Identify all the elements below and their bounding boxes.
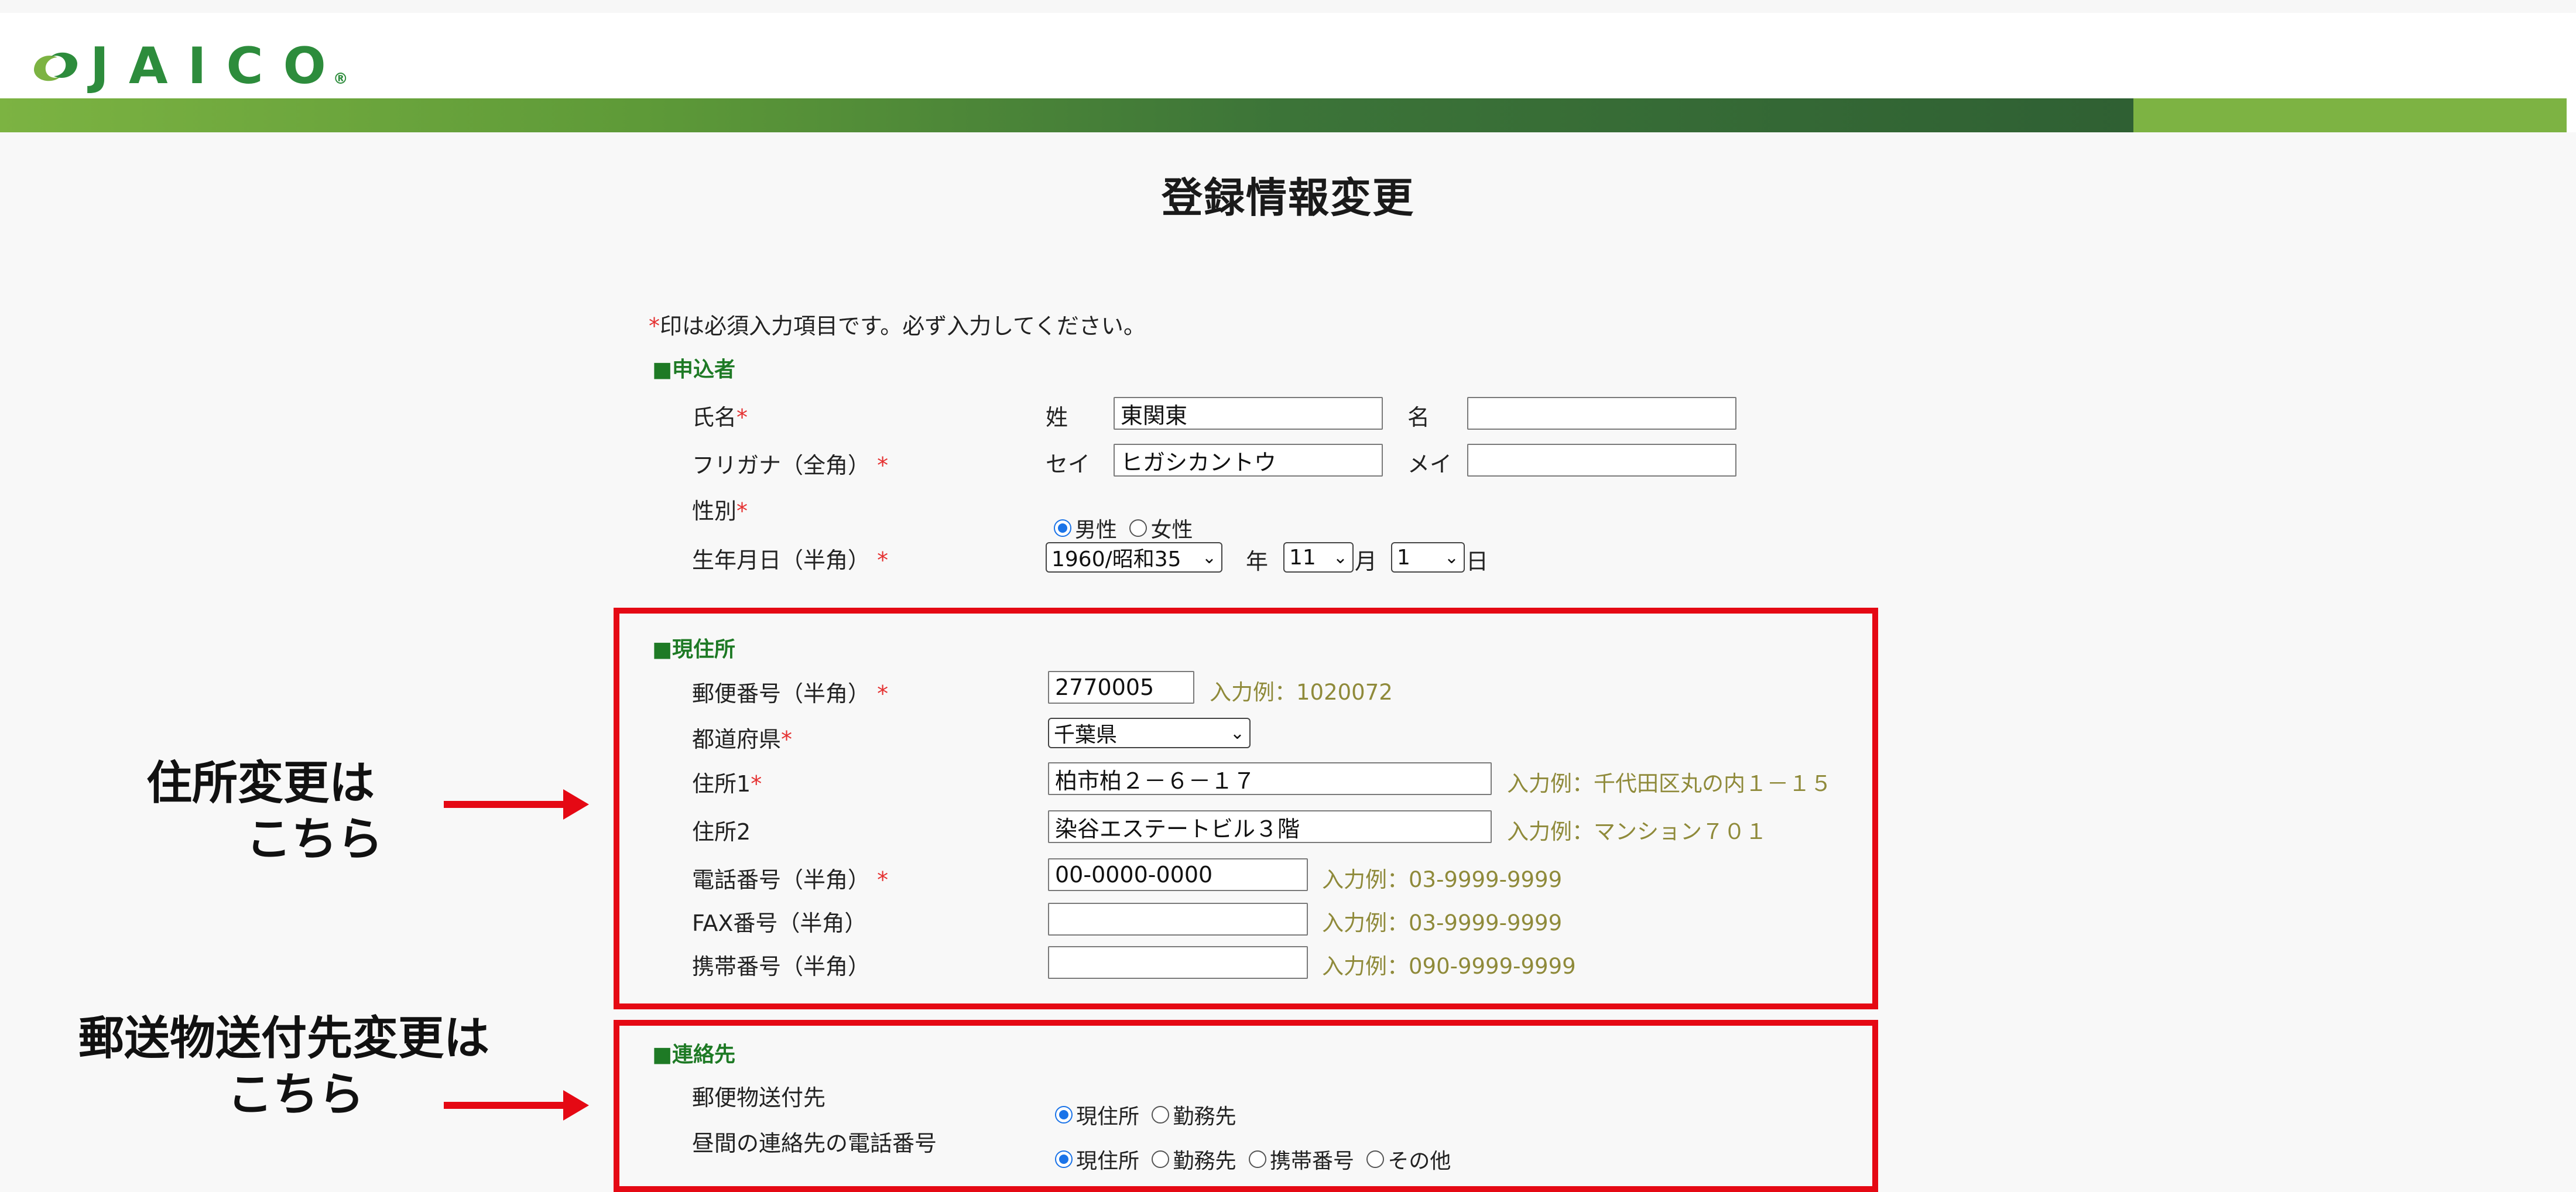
mei-label: 名 bbox=[1407, 405, 1430, 430]
sei-kana-input[interactable] bbox=[1114, 444, 1383, 477]
mobile-example: 入力例：090-9999-9999 bbox=[1322, 954, 1576, 979]
address1-label: 住所1* bbox=[692, 771, 762, 797]
required-asterisk: * bbox=[649, 313, 660, 339]
tel-example: 入力例：03-9999-9999 bbox=[1322, 867, 1563, 892]
logo-mark-icon bbox=[34, 52, 77, 81]
site-header: JAICO ® bbox=[0, 13, 2576, 98]
mail-dest-work-radio[interactable] bbox=[1152, 1106, 1170, 1124]
day-tel-mobile-radio[interactable] bbox=[1248, 1150, 1266, 1168]
fax-label: FAX番号（半角） bbox=[692, 910, 867, 936]
header-green-bar-right bbox=[2133, 98, 2567, 132]
chevron-down-icon: ⌄ bbox=[1444, 547, 1459, 568]
required-note: *印は必須入力項目です。必ず入力してください。 bbox=[649, 308, 1146, 340]
address1-input[interactable] bbox=[1048, 762, 1492, 795]
gender-label: 性別* bbox=[692, 498, 748, 524]
daytime-tel-label: 昼間の連絡先の電話番号 bbox=[692, 1131, 937, 1156]
jaico-logo[interactable]: JAICO ® bbox=[28, 40, 348, 93]
day-tel-home-label: 現住所 bbox=[1076, 1149, 1140, 1173]
mail-change-annotation-line2: こちら bbox=[227, 1068, 365, 1121]
zip-example: 入力例：1020072 bbox=[1210, 680, 1393, 705]
sei-input[interactable] bbox=[1114, 397, 1383, 430]
fax-example: 入力例：03-9999-9999 bbox=[1322, 910, 1563, 936]
address-change-annotation-line2: こちら bbox=[246, 813, 383, 866]
chevron-down-icon: ⌄ bbox=[1229, 722, 1245, 744]
applicant-section-heading: ■申込者 bbox=[652, 358, 736, 382]
mei-kana-input[interactable] bbox=[1467, 444, 1736, 477]
day-unit: 日 bbox=[1466, 549, 1489, 574]
birth-year-value: 1960/昭和35 bbox=[1051, 547, 1181, 571]
mei-input[interactable] bbox=[1467, 397, 1736, 430]
zip-input[interactable] bbox=[1048, 671, 1194, 704]
birthdate-label: 生年月日（半角） * bbox=[692, 547, 889, 573]
address-section-heading: ■現住所 bbox=[652, 638, 736, 662]
chevron-down-icon: ⌄ bbox=[1201, 547, 1217, 568]
mail-arrow-icon bbox=[444, 1090, 589, 1121]
mei-kana-label: メイ bbox=[1407, 451, 1453, 477]
required-note-text: 印は必須入力項目です。必ず入力してください。 bbox=[660, 313, 1146, 339]
month-unit: 月 bbox=[1355, 549, 1378, 574]
day-tel-other-label: その他 bbox=[1388, 1149, 1451, 1173]
mail-dest-work-label: 勤務先 bbox=[1173, 1105, 1236, 1129]
sei-kana-label: セイ bbox=[1046, 451, 1091, 477]
prefecture-value: 千葉県 bbox=[1054, 723, 1118, 747]
mobile-label: 携帯番号（半角） bbox=[692, 954, 871, 979]
day-tel-mobile-label: 携帯番号 bbox=[1269, 1149, 1354, 1173]
page-title: 登録情報変更 bbox=[1162, 174, 1414, 222]
birth-year-select[interactable]: 1960/昭和35 ⌄ bbox=[1046, 542, 1222, 573]
mobile-input[interactable] bbox=[1048, 946, 1308, 979]
mail-destination-radio-group: 現住所 勤務先 bbox=[1055, 1099, 1242, 1130]
furigana-label: フリガナ（全角） * bbox=[692, 453, 889, 478]
day-tel-work-radio[interactable] bbox=[1152, 1150, 1170, 1168]
gender-male-label: 男性 bbox=[1075, 518, 1118, 542]
gender-male-radio[interactable] bbox=[1054, 519, 1071, 537]
mail-change-annotation-line1: 郵送物送付先変更は bbox=[78, 1012, 490, 1065]
birth-day-value: 1 bbox=[1397, 545, 1410, 570]
daytime-tel-radio-group: 現住所 勤務先 携帯番号 その他 bbox=[1055, 1144, 1457, 1174]
address1-example: 入力例：千代田区丸の内１－１５ bbox=[1507, 771, 1832, 796]
birth-month-value: 11 bbox=[1289, 545, 1316, 570]
mail-dest-home-radio[interactable] bbox=[1055, 1106, 1073, 1124]
sei-label: 姓 bbox=[1046, 405, 1068, 430]
header-green-bar bbox=[0, 98, 2133, 132]
fax-input[interactable] bbox=[1048, 903, 1308, 936]
tel-input[interactable] bbox=[1048, 858, 1308, 891]
zip-label: 郵便番号（半角） * bbox=[692, 681, 889, 707]
top-strip bbox=[0, 0, 2576, 13]
tel-label: 電話番号（半角） * bbox=[692, 867, 889, 893]
address-change-annotation-line1: 住所変更は bbox=[146, 757, 375, 810]
day-tel-home-radio[interactable] bbox=[1055, 1150, 1073, 1168]
gender-radio-group: 男性 女性 bbox=[1054, 513, 1198, 543]
contact-section-heading: ■連絡先 bbox=[652, 1043, 736, 1067]
chevron-down-icon: ⌄ bbox=[1332, 547, 1348, 568]
birth-day-select[interactable]: 1 ⌄ bbox=[1391, 542, 1465, 573]
name-label: 氏名* bbox=[692, 405, 748, 430]
logo-text: JAICO bbox=[90, 37, 346, 95]
day-tel-other-radio[interactable] bbox=[1366, 1150, 1385, 1168]
address2-example: 入力例：マンション７０１ bbox=[1507, 819, 1767, 844]
day-tel-work-label: 勤務先 bbox=[1173, 1149, 1236, 1173]
year-unit: 年 bbox=[1246, 549, 1269, 574]
gender-female-label: 女性 bbox=[1150, 518, 1193, 542]
prefecture-select[interactable]: 千葉県 ⌄ bbox=[1048, 718, 1251, 748]
address-arrow-icon bbox=[444, 789, 589, 820]
mail-dest-home-label: 現住所 bbox=[1076, 1105, 1140, 1129]
address2-input[interactable] bbox=[1048, 810, 1492, 843]
birth-month-select[interactable]: 11 ⌄ bbox=[1283, 542, 1354, 573]
logo-registered-mark: ® bbox=[333, 70, 348, 88]
prefecture-label: 都道府県* bbox=[692, 727, 793, 752]
gender-female-radio[interactable] bbox=[1129, 519, 1147, 537]
mail-destination-label: 郵便物送付先 bbox=[692, 1085, 826, 1111]
address2-label: 住所2 bbox=[692, 819, 751, 845]
